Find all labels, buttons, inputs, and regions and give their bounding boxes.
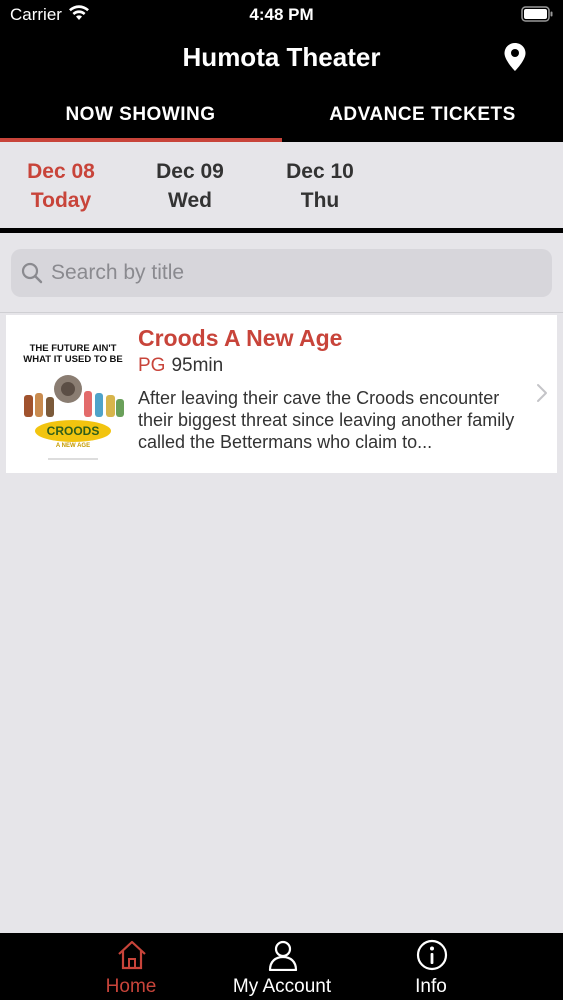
search-bar bbox=[11, 249, 552, 297]
date-item-dec-10[interactable]: Dec 10 Thu bbox=[265, 157, 375, 215]
info-icon bbox=[416, 939, 448, 976]
date-selector: Dec 08 Today Dec 09 Wed Dec 10 Thu bbox=[0, 142, 563, 228]
movie-description: After leaving their cave the Croods enco… bbox=[138, 388, 515, 452]
clock: 4:48 PM bbox=[249, 5, 314, 24]
home-icon bbox=[116, 939, 148, 976]
showing-tabs: NOW SHOWING ADVANCE TICKETS bbox=[0, 85, 563, 142]
search-input[interactable] bbox=[51, 249, 541, 297]
bottom-tab-bar: Home My Account Info bbox=[0, 933, 563, 1000]
page-title: Humota Theater bbox=[182, 42, 381, 72]
map-pin-icon[interactable] bbox=[503, 42, 527, 72]
date-label: Dec 08 bbox=[27, 160, 95, 183]
nav-bar: Humota Theater bbox=[0, 30, 563, 85]
user-icon bbox=[267, 939, 299, 976]
tab-advance-tickets[interactable]: ADVANCE TICKETS bbox=[282, 85, 563, 142]
rating-badge: PG bbox=[138, 355, 166, 376]
movie-poster: THE FUTURE AIN'T WHAT IT USED TO BE CROO… bbox=[18, 327, 128, 463]
svg-text:CROODS: CROODS bbox=[47, 424, 100, 438]
movie-title: Croods A New Age bbox=[138, 325, 343, 351]
date-label: Dec 10 bbox=[286, 160, 354, 183]
battery-icon bbox=[521, 6, 553, 27]
svg-text:A NEW AGE: A NEW AGE bbox=[56, 443, 90, 449]
tab-info[interactable]: Info bbox=[337, 933, 525, 1000]
chevron-right-icon bbox=[536, 383, 548, 408]
runtime-label: 95min bbox=[171, 355, 224, 376]
tab-now-showing[interactable]: NOW SHOWING bbox=[0, 85, 281, 142]
status-bar: Carrier 4:48 PM bbox=[0, 0, 563, 30]
tab-label: Info bbox=[415, 976, 447, 997]
list-divider bbox=[0, 312, 563, 313]
day-label: Today bbox=[30, 189, 92, 212]
movie-list-item[interactable]: THE FUTURE AIN'T WHAT IT USED TO BE CROO… bbox=[6, 315, 557, 473]
date-divider bbox=[0, 228, 563, 233]
day-label: Wed bbox=[168, 189, 212, 212]
date-item-dec-09[interactable]: Dec 09 Wed bbox=[135, 157, 245, 215]
date-label: Dec 09 bbox=[156, 160, 224, 183]
svg-text:WHAT IT USED TO BE: WHAT IT USED TO BE bbox=[23, 354, 122, 365]
svg-text:THE FUTURE AIN'T: THE FUTURE AIN'T bbox=[30, 343, 117, 354]
search-icon bbox=[21, 262, 43, 289]
date-item-dec-08[interactable]: Dec 08 Today bbox=[6, 157, 116, 215]
movie-meta: PG 95min bbox=[138, 355, 223, 377]
day-label: Thu bbox=[300, 189, 340, 212]
